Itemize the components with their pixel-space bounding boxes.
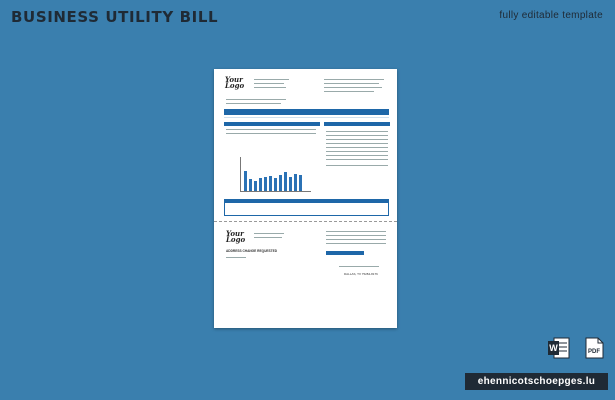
summary-strip (224, 109, 389, 115)
charge-row (326, 131, 388, 132)
pdf-document-icon[interactable]: PDF (583, 337, 605, 359)
bill-header-line (324, 87, 382, 88)
usage-bar (259, 178, 262, 191)
remit-city: DALLAS, TX 75284-8176 (344, 272, 378, 276)
message-box (224, 202, 389, 216)
usage-bar (284, 172, 287, 191)
brand-badge: ehennicotschoepges.lu (465, 373, 608, 390)
remit-row (326, 239, 386, 240)
amount-enclosed-box (326, 251, 364, 255)
charge-row (326, 139, 388, 140)
bill-header-line (324, 91, 374, 92)
usage-bar (269, 176, 272, 191)
charge-row (326, 151, 388, 152)
bill-account-line (226, 99, 286, 100)
bill-header-line (324, 79, 384, 80)
bill-company-line (254, 83, 284, 84)
charge-row (326, 143, 388, 144)
bill-company-line (254, 79, 289, 80)
usage-bar (244, 171, 247, 191)
usage-row (226, 129, 316, 130)
tear-line (214, 221, 397, 222)
charge-row (326, 147, 388, 148)
usage-bar (254, 181, 257, 191)
usage-bar (289, 177, 292, 191)
bill-company-line (254, 87, 286, 88)
charge-total (326, 165, 388, 166)
svg-text:W: W (549, 343, 558, 353)
usage-bar (279, 175, 282, 191)
remit-address-line (339, 266, 379, 267)
remit-company-line (254, 237, 282, 238)
remit-row (326, 243, 386, 244)
usage-bar (294, 174, 297, 191)
bill-logo: Your Logo (225, 75, 245, 91)
charge-row (326, 159, 388, 160)
remit-row (326, 231, 386, 232)
bill-account-line (226, 103, 281, 104)
summary-values (224, 117, 389, 118)
bill-header-line (324, 83, 379, 84)
usage-row (226, 133, 316, 134)
bill-preview: Your Logo Your Logo ADDRESS CHANGE REQUE… (214, 69, 397, 328)
svg-text:PDF: PDF (588, 349, 600, 355)
usage-chart (240, 157, 311, 192)
page-title: BUSINESS UTILITY BILL (11, 8, 219, 26)
usage-bar (274, 178, 277, 191)
usage-bar (264, 177, 267, 191)
word-document-icon[interactable]: W (548, 337, 570, 359)
usage-section-header (224, 122, 320, 126)
remit-name-line (226, 257, 246, 258)
remit-company-line (254, 233, 284, 234)
usage-bar (299, 175, 302, 191)
remit-row (326, 235, 386, 236)
remit-logo: Your Logo (226, 229, 246, 245)
address-change-label: ADDRESS CHANGE REQUESTED (226, 249, 278, 253)
usage-bar (249, 179, 252, 191)
page-tagline: fully editable template (499, 10, 603, 21)
charge-row (326, 135, 388, 136)
charge-row (326, 155, 388, 156)
charges-section-header (324, 122, 390, 126)
